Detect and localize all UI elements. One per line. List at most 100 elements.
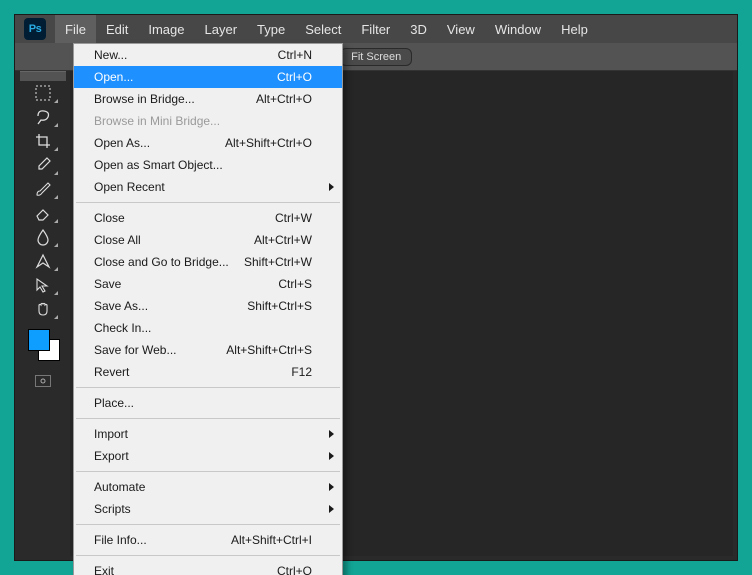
menu-item-label: Exit bbox=[94, 564, 277, 575]
brush-tool[interactable] bbox=[26, 177, 60, 201]
menu-select[interactable]: Select bbox=[295, 15, 351, 43]
menu-item-label: Export bbox=[94, 449, 312, 463]
file-menu-new[interactable]: New...Ctrl+N bbox=[74, 44, 342, 66]
menu-item-shortcut: Alt+Shift+Ctrl+O bbox=[225, 136, 312, 150]
menu-item-shortcut: Alt+Ctrl+W bbox=[254, 233, 312, 247]
eraser-tool[interactable] bbox=[26, 201, 60, 225]
submenu-arrow-icon bbox=[329, 183, 334, 191]
menu-item-shortcut: Ctrl+W bbox=[275, 211, 312, 225]
menu-layer[interactable]: Layer bbox=[195, 15, 248, 43]
menu-item-label: Import bbox=[94, 427, 312, 441]
menu-item-label: Automate bbox=[94, 480, 312, 494]
file-menu-open-as-smart-object[interactable]: Open as Smart Object... bbox=[74, 154, 342, 176]
ps-logo-text: Ps bbox=[29, 23, 41, 35]
menu-item-shortcut: F12 bbox=[291, 365, 312, 379]
marquee-tool[interactable] bbox=[26, 81, 60, 105]
file-menu-close-and-go-to-bridge[interactable]: Close and Go to Bridge...Shift+Ctrl+W bbox=[74, 251, 342, 273]
file-menu-open-as[interactable]: Open As...Alt+Shift+Ctrl+O bbox=[74, 132, 342, 154]
menu-separator bbox=[76, 524, 340, 525]
menu-view[interactable]: View bbox=[437, 15, 485, 43]
file-menu-open-recent[interactable]: Open Recent bbox=[74, 176, 342, 198]
menu-item-label: Check In... bbox=[94, 321, 312, 335]
file-menu-close[interactable]: CloseCtrl+W bbox=[74, 207, 342, 229]
fit-screen-button[interactable]: Fit Screen bbox=[340, 48, 412, 66]
menubar: Ps FileEditImageLayerTypeSelectFilter3DV… bbox=[15, 15, 737, 43]
menu-item-label: Close bbox=[94, 211, 275, 225]
menu-item-label: Save As... bbox=[94, 299, 247, 313]
file-menu-automate[interactable]: Automate bbox=[74, 476, 342, 498]
foreground-swatch[interactable] bbox=[28, 329, 50, 351]
menu-item-label: Revert bbox=[94, 365, 291, 379]
menu-item-label: Close and Go to Bridge... bbox=[94, 255, 244, 269]
toolbox bbox=[20, 71, 66, 387]
menu-3d[interactable]: 3D bbox=[400, 15, 437, 43]
menu-separator bbox=[76, 387, 340, 388]
menu-item-label: Place... bbox=[94, 396, 312, 410]
menu-item-label: Save for Web... bbox=[94, 343, 226, 357]
menu-item-shortcut: Shift+Ctrl+S bbox=[247, 299, 312, 313]
menu-item-label: Browse in Mini Bridge... bbox=[94, 114, 312, 128]
menu-item-shortcut: Alt+Ctrl+O bbox=[256, 92, 312, 106]
ps-logo: Ps bbox=[15, 15, 55, 43]
blur-tool[interactable] bbox=[26, 225, 60, 249]
menu-image[interactable]: Image bbox=[138, 15, 194, 43]
color-swatches[interactable] bbox=[20, 329, 66, 369]
menu-item-shortcut: Ctrl+S bbox=[278, 277, 312, 291]
file-menu-import[interactable]: Import bbox=[74, 423, 342, 445]
submenu-arrow-icon bbox=[329, 505, 334, 513]
lasso-tool[interactable] bbox=[26, 105, 60, 129]
menu-item-label: New... bbox=[94, 48, 278, 62]
eyedropper-tool[interactable] bbox=[26, 153, 60, 177]
menu-filter[interactable]: Filter bbox=[351, 15, 400, 43]
file-menu-exit[interactable]: ExitCtrl+Q bbox=[74, 560, 342, 575]
move-tool[interactable] bbox=[26, 273, 60, 297]
file-menu-revert[interactable]: RevertF12 bbox=[74, 361, 342, 383]
menu-item-shortcut: Ctrl+Q bbox=[277, 564, 312, 575]
file-menu-check-in[interactable]: Check In... bbox=[74, 317, 342, 339]
submenu-arrow-icon bbox=[329, 430, 334, 438]
menu-separator bbox=[76, 202, 340, 203]
menu-type[interactable]: Type bbox=[247, 15, 295, 43]
file-menu-browse-in-mini-bridge: Browse in Mini Bridge... bbox=[74, 110, 342, 132]
menu-item-shortcut: Alt+Shift+Ctrl+S bbox=[226, 343, 312, 357]
file-menu-export[interactable]: Export bbox=[74, 445, 342, 467]
file-menu-close-all[interactable]: Close AllAlt+Ctrl+W bbox=[74, 229, 342, 251]
menu-item-label: Open As... bbox=[94, 136, 225, 150]
file-menu-save-as[interactable]: Save As...Shift+Ctrl+S bbox=[74, 295, 342, 317]
menu-separator bbox=[76, 418, 340, 419]
menu-item-shortcut: Ctrl+N bbox=[278, 48, 312, 62]
app-window: Ps FileEditImageLayerTypeSelectFilter3DV… bbox=[14, 14, 738, 561]
menu-item-label: Open as Smart Object... bbox=[94, 158, 312, 172]
file-menu-dropdown: New...Ctrl+NOpen...Ctrl+OBrowse in Bridg… bbox=[73, 43, 343, 575]
file-menu-place[interactable]: Place... bbox=[74, 392, 342, 414]
menu-item-shortcut: Alt+Shift+Ctrl+I bbox=[231, 533, 312, 547]
menu-item-label: Save bbox=[94, 277, 278, 291]
submenu-arrow-icon bbox=[329, 452, 334, 460]
menu-file[interactable]: File bbox=[55, 15, 96, 43]
menu-item-label: Close All bbox=[94, 233, 254, 247]
toolbox-header bbox=[20, 71, 66, 81]
menu-item-label: Open... bbox=[94, 70, 277, 84]
menu-item-label: Scripts bbox=[94, 502, 312, 516]
menu-item-label: Browse in Bridge... bbox=[94, 92, 256, 106]
file-menu-save-for-web[interactable]: Save for Web...Alt+Shift+Ctrl+S bbox=[74, 339, 342, 361]
crop-tool[interactable] bbox=[26, 129, 60, 153]
file-menu-scripts[interactable]: Scripts bbox=[74, 498, 342, 520]
pen-tool[interactable] bbox=[26, 249, 60, 273]
hand-tool[interactable] bbox=[26, 297, 60, 321]
menu-item-label: File Info... bbox=[94, 533, 231, 547]
menu-item-shortcut: Shift+Ctrl+W bbox=[244, 255, 312, 269]
file-menu-open[interactable]: Open...Ctrl+O bbox=[74, 66, 342, 88]
file-menu-file-info[interactable]: File Info...Alt+Shift+Ctrl+I bbox=[74, 529, 342, 551]
menu-separator bbox=[76, 471, 340, 472]
menu-separator bbox=[76, 555, 340, 556]
submenu-arrow-icon bbox=[329, 483, 334, 491]
file-menu-save[interactable]: SaveCtrl+S bbox=[74, 273, 342, 295]
file-menu-browse-in-bridge[interactable]: Browse in Bridge...Alt+Ctrl+O bbox=[74, 88, 342, 110]
menu-item-shortcut: Ctrl+O bbox=[277, 70, 312, 84]
menu-edit[interactable]: Edit bbox=[96, 15, 138, 43]
menu-window[interactable]: Window bbox=[485, 15, 551, 43]
quickmask-toggle[interactable] bbox=[35, 375, 51, 387]
menu-help[interactable]: Help bbox=[551, 15, 598, 43]
menu-item-label: Open Recent bbox=[94, 180, 312, 194]
